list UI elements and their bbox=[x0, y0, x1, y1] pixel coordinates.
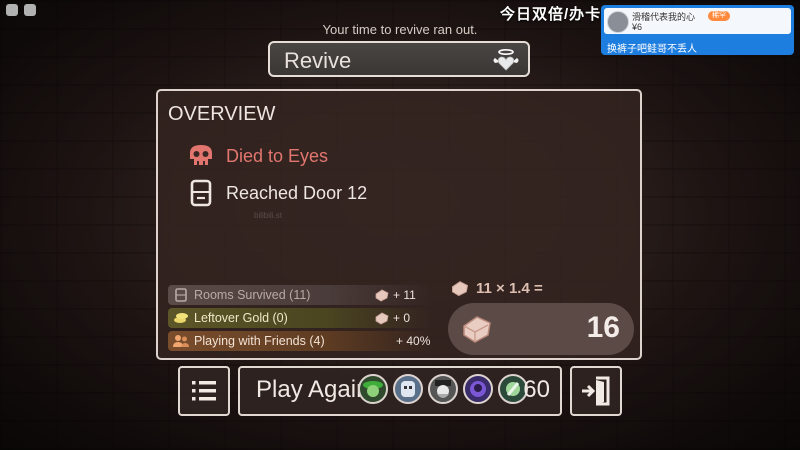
player-avatar bbox=[358, 374, 388, 404]
roblox-menu-icon[interactable] bbox=[6, 4, 18, 16]
stat-row-friends: Playing with Friends (4) + 40% bbox=[168, 331, 432, 351]
skull-icon bbox=[190, 145, 212, 165]
avatar bbox=[607, 11, 629, 33]
death-cause-text: Died to Eyes bbox=[226, 145, 329, 166]
system-corner-icons bbox=[6, 4, 36, 16]
revive-button[interactable]: Revive bbox=[268, 41, 530, 77]
party-avatars bbox=[358, 374, 528, 404]
knob-currency-icon bbox=[452, 281, 469, 297]
donation-header: 滑稽代表我的心 稀罕 ¥6 bbox=[604, 8, 791, 34]
stat-label: Leftover Gold (0) bbox=[194, 311, 288, 325]
stat-value: + 40% bbox=[396, 334, 430, 348]
knob-total-value: 16 bbox=[586, 311, 620, 344]
knob-currency-icon bbox=[375, 289, 389, 302]
gold-icon bbox=[172, 311, 190, 325]
player-avatar bbox=[463, 374, 493, 404]
friends-icon bbox=[172, 334, 190, 348]
chat-toggle-icon[interactable] bbox=[24, 4, 36, 16]
knob-multiplier: 11 × 1.4 = bbox=[450, 279, 543, 297]
overview-title: OVERVIEW bbox=[168, 103, 276, 125]
heart-halo-icon bbox=[493, 48, 519, 71]
stat-label: Playing with Friends (4) bbox=[194, 334, 325, 348]
stat-row-gold: Leftover Gold (0) + 0 bbox=[168, 308, 432, 328]
fan-badge: 稀罕 bbox=[708, 11, 730, 21]
player-avatar bbox=[393, 374, 423, 404]
list-icon bbox=[192, 381, 216, 401]
stat-row-rooms: Rooms Survived (11) + 11 bbox=[168, 285, 432, 305]
door-reached: Reached Door 12 bbox=[186, 179, 367, 207]
door-icon bbox=[190, 179, 212, 207]
death-cause: Died to Eyes bbox=[186, 143, 328, 169]
knob-currency-icon bbox=[375, 312, 389, 325]
door-reached-text: Reached Door 12 bbox=[226, 182, 368, 203]
knob-total-box: 16 bbox=[448, 303, 634, 355]
play-again-button[interactable]: Play Again 60 bbox=[238, 366, 562, 416]
multiplier-text: 11 × 1.4 = bbox=[476, 279, 543, 297]
stat-value-text: + 11 bbox=[393, 288, 416, 302]
door-icon bbox=[172, 288, 190, 302]
overview-panel: OVERVIEW Died to Eyes Reached Door 12 bi… bbox=[156, 89, 642, 360]
donation-message: 换裤子吧鲑哥不丢人 bbox=[607, 44, 697, 55]
stat-label: Rooms Survived (11) bbox=[194, 288, 311, 302]
player-avatar bbox=[428, 374, 458, 404]
menu-button[interactable] bbox=[178, 366, 230, 416]
knob-currency-icon bbox=[463, 316, 491, 343]
exit-door-icon bbox=[582, 376, 610, 406]
stream-top-banner: 今日双倍/办卡 bbox=[500, 6, 602, 23]
revive-button-label: Revive bbox=[284, 48, 352, 73]
donation-amount: ¥6 bbox=[632, 22, 643, 32]
exit-button[interactable] bbox=[570, 366, 622, 416]
faint-watermark: bilibili.st bbox=[254, 211, 283, 220]
stat-value: + 0 bbox=[374, 311, 410, 325]
stream-donation-popup: 滑稽代表我的心 稀罕 ¥6 换裤子吧鲑哥不丢人 bbox=[601, 5, 794, 55]
play-again-timer: 60 bbox=[523, 376, 550, 403]
play-again-label: Play Again bbox=[256, 376, 370, 403]
stat-value: + 11 bbox=[374, 288, 416, 302]
stat-value-text: + 40% bbox=[396, 334, 431, 348]
stat-value-text: + 0 bbox=[393, 311, 411, 325]
